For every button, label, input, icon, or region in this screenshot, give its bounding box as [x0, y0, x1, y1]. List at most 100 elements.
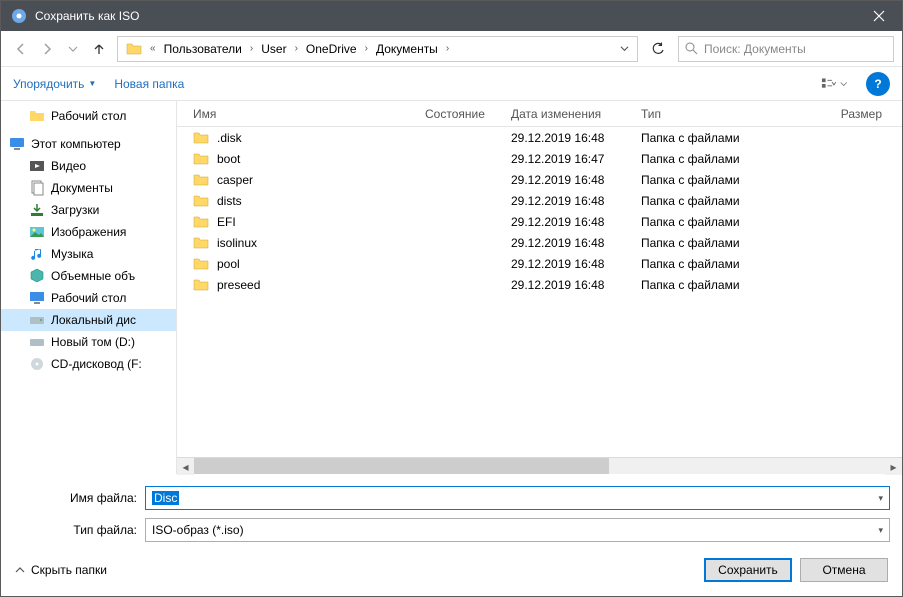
file-date: 29.12.2019 16:48 — [511, 211, 641, 232]
file-list[interactable]: .disk29.12.2019 16:48Папка с файламиboot… — [177, 127, 902, 457]
chevron-right-icon: › — [365, 43, 368, 54]
filetype-value: ISO-образ (*.iso) — [152, 523, 244, 537]
tree-videos[interactable]: Видео — [1, 155, 176, 177]
table-row[interactable]: casper29.12.2019 16:48Папка с файлами — [177, 169, 902, 190]
folder-icon — [126, 41, 142, 57]
table-row[interactable]: pool29.12.2019 16:48Папка с файлами — [177, 253, 902, 274]
file-name: boot — [217, 152, 240, 166]
up-button[interactable] — [87, 37, 111, 61]
tree-this-pc[interactable]: Этот компьютер — [1, 133, 176, 155]
scroll-left-icon[interactable]: ◂ — [177, 458, 194, 475]
search-input[interactable]: Поиск: Документы — [678, 36, 894, 62]
folder-icon — [193, 235, 209, 251]
table-row[interactable]: dists29.12.2019 16:48Папка с файлами — [177, 190, 902, 211]
col-name[interactable]: Имя — [185, 101, 425, 126]
back-button[interactable] — [9, 37, 33, 61]
computer-icon — [9, 136, 25, 152]
chevron-right-icon: › — [250, 43, 253, 54]
nav-tree: Рабочий стол Этот компьютер Видео Докуме… — [1, 101, 177, 474]
tree-desktop[interactable]: Рабочий стол — [1, 105, 176, 127]
tree-music[interactable]: Музыка — [1, 243, 176, 265]
chevron-down-icon: ▼ — [88, 79, 96, 88]
pictures-icon — [29, 224, 45, 240]
crumb-users[interactable]: Пользователи — [160, 40, 246, 58]
file-name: isolinux — [217, 236, 257, 250]
crumb-onedrive[interactable]: OneDrive — [302, 40, 361, 58]
refresh-button[interactable] — [644, 36, 672, 62]
cube-icon — [29, 268, 45, 284]
file-date: 29.12.2019 16:48 — [511, 127, 641, 148]
tree-new-volume[interactable]: Новый том (D:) — [1, 331, 176, 353]
toolbar: Упорядочить▼ Новая папка ? — [1, 67, 902, 101]
tree-desktop2[interactable]: Рабочий стол — [1, 287, 176, 309]
filetype-select[interactable]: ISO-образ (*.iso) ▾ — [145, 518, 890, 542]
disk-icon — [29, 312, 45, 328]
table-row[interactable]: boot 29.12.2019 16:47Папка с файлами — [177, 148, 902, 169]
chevron-down-icon[interactable]: ▾ — [878, 525, 883, 536]
filename-input[interactable]: Disc ▾ — [145, 486, 890, 510]
tree-pictures[interactable]: Изображения — [1, 221, 176, 243]
crumb-user[interactable]: User — [257, 40, 290, 58]
folder-icon — [193, 256, 209, 272]
table-row[interactable]: EFI29.12.2019 16:48Папка с файлами — [177, 211, 902, 232]
forward-button[interactable] — [35, 37, 59, 61]
file-date: 29.12.2019 16:47 — [511, 148, 641, 169]
file-date: 29.12.2019 16:48 — [511, 190, 641, 211]
address-dropdown[interactable] — [615, 44, 633, 53]
folder-icon — [193, 130, 209, 146]
scroll-thumb[interactable] — [194, 458, 609, 474]
disk-icon — [29, 334, 45, 350]
desktop-icon — [29, 290, 45, 306]
save-button[interactable]: Сохранить — [704, 558, 792, 582]
window-title: Сохранить как ISO — [35, 9, 856, 23]
col-size[interactable]: Размер — [771, 101, 894, 126]
file-type: Папка с файлами — [641, 148, 771, 169]
folder-icon — [193, 172, 209, 188]
crumb-documents[interactable]: Документы — [372, 40, 442, 58]
file-date: 29.12.2019 16:48 — [511, 169, 641, 190]
file-name: .disk — [217, 131, 242, 145]
file-type: Папка с файлами — [641, 232, 771, 253]
file-type: Папка с файлами — [641, 274, 771, 295]
view-options-button[interactable] — [820, 72, 848, 96]
col-date[interactable]: Дата изменения — [511, 101, 641, 126]
tree-local-disk[interactable]: Локальный дис — [1, 309, 176, 331]
help-button[interactable]: ? — [866, 72, 890, 96]
new-folder-button[interactable]: Новая папка — [114, 77, 184, 91]
scroll-right-icon[interactable]: ▸ — [885, 458, 902, 475]
chevron-right-icon: › — [295, 43, 298, 54]
file-type: Папка с файлами — [641, 127, 771, 148]
chevron-up-icon — [15, 565, 25, 575]
music-icon — [29, 246, 45, 262]
folder-icon — [193, 214, 209, 230]
footer: Скрыть папки Сохранить Отмена — [1, 546, 902, 596]
folder-icon — [29, 108, 45, 124]
column-header: Имя Состояние Дата изменения Тип Размер — [177, 101, 902, 127]
table-row[interactable]: .disk 29.12.2019 16:48Папка с файлами — [177, 127, 902, 148]
hide-folders-button[interactable]: Скрыть папки — [15, 563, 107, 577]
overflow-chevron-icon[interactable]: « — [150, 43, 156, 54]
table-row[interactable]: isolinux 29.12.2019 16:48Папка с файлами — [177, 232, 902, 253]
documents-icon — [29, 180, 45, 196]
file-date: 29.12.2019 16:48 — [511, 253, 641, 274]
tree-cd-drive[interactable]: CD-дисковод (F: — [1, 353, 176, 375]
file-name: pool — [217, 257, 240, 271]
col-type[interactable]: Тип — [641, 101, 771, 126]
tree-documents[interactable]: Документы — [1, 177, 176, 199]
organize-button[interactable]: Упорядочить▼ — [13, 77, 96, 91]
cancel-button[interactable]: Отмена — [800, 558, 888, 582]
chevron-right-icon: › — [446, 43, 449, 54]
col-state[interactable]: Состояние — [425, 101, 511, 126]
close-button[interactable] — [856, 1, 902, 31]
tree-downloads[interactable]: Загрузки — [1, 199, 176, 221]
table-row[interactable]: preseed29.12.2019 16:48Папка с файлами — [177, 274, 902, 295]
file-type: Папка с файлами — [641, 169, 771, 190]
file-type: Папка с файлами — [641, 211, 771, 232]
horizontal-scrollbar[interactable]: ◂ ▸ — [177, 457, 902, 474]
filename-value: Disc — [152, 491, 179, 505]
breadcrumb[interactable]: « Пользователи › User › OneDrive › Докум… — [117, 36, 638, 62]
tree-3dobjects[interactable]: Объемные объ — [1, 265, 176, 287]
file-date: 29.12.2019 16:48 — [511, 232, 641, 253]
recent-dropdown[interactable] — [61, 37, 85, 61]
chevron-down-icon[interactable]: ▾ — [878, 493, 883, 504]
